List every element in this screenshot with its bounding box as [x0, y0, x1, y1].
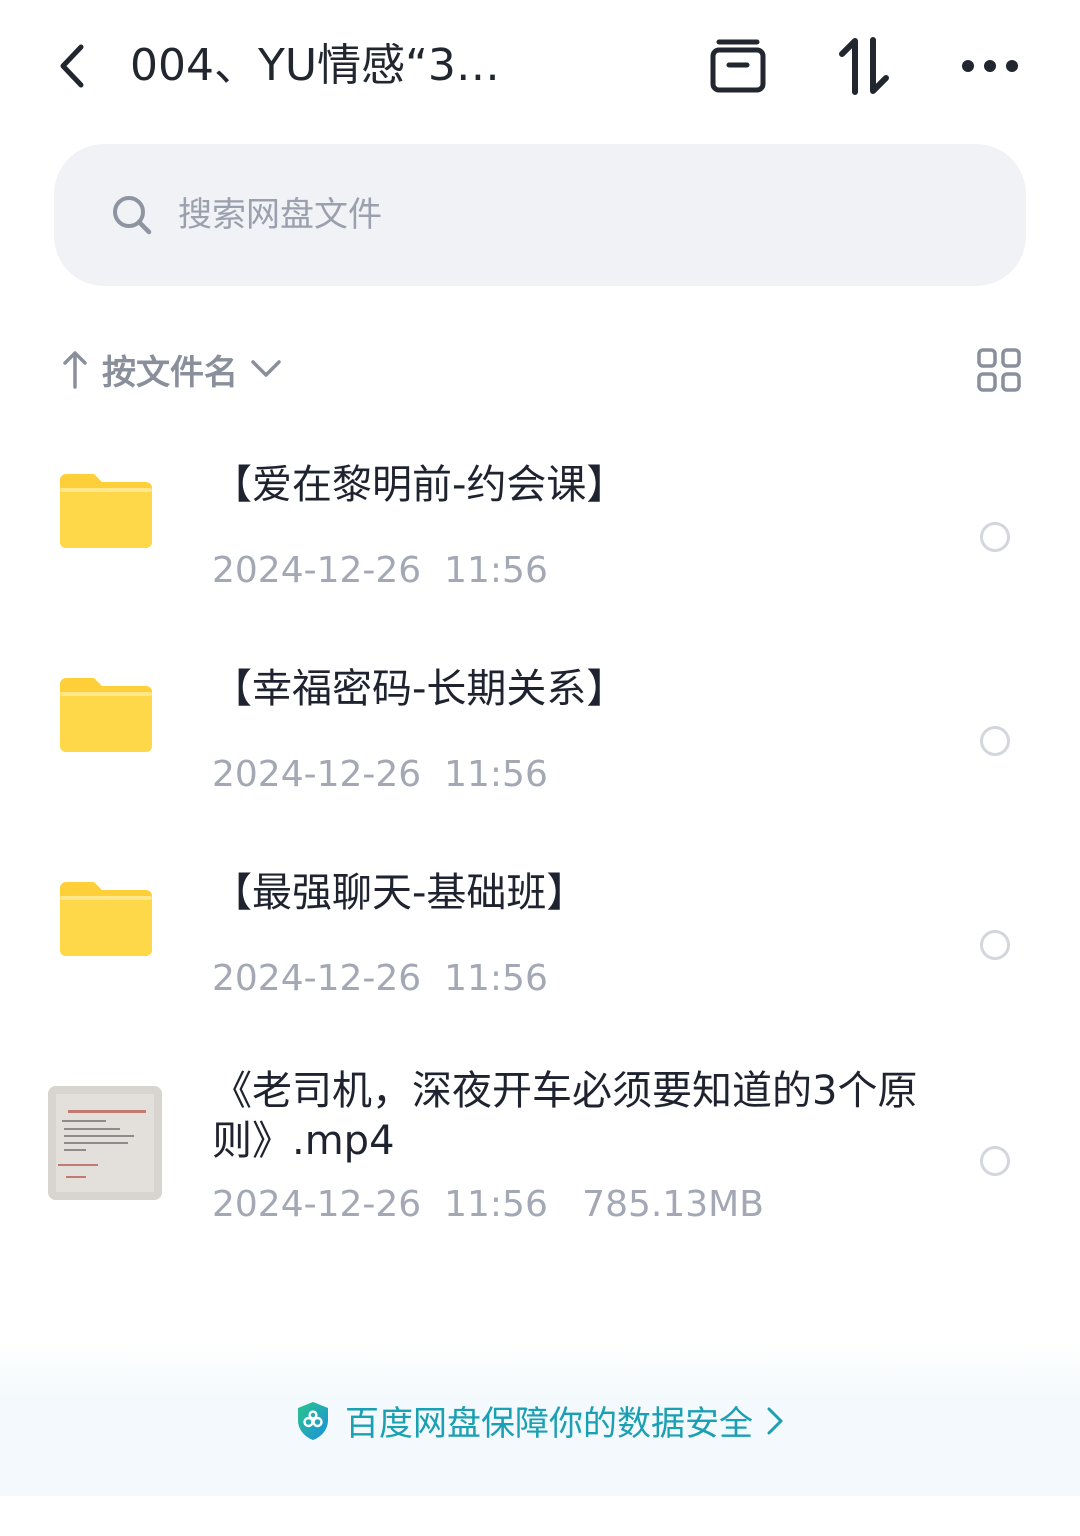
grid-icon: [977, 348, 1021, 392]
select-checkbox[interactable]: [980, 726, 1010, 756]
chevron-right-icon: [763, 1403, 787, 1439]
sort-order-button[interactable]: [832, 34, 896, 98]
shield-icon: [293, 1399, 333, 1443]
page-title: 004、YU情感“3…: [130, 40, 500, 91]
list-item[interactable]: 《老司机，深夜开车必须要知道的3个原则》.mp4 2024-12-26 11:5…: [0, 1062, 1080, 1252]
file-name: 【最强聊天-基础班】: [212, 870, 587, 916]
folder-icon: [60, 474, 152, 548]
security-banner[interactable]: 百度网盘保障你的数据安全: [0, 1340, 1080, 1496]
video-thumbnail: [48, 1086, 162, 1200]
chevron-down-icon: [248, 351, 284, 387]
top-bar: 004、YU情感“3…: [0, 0, 1080, 130]
select-checkbox[interactable]: [980, 1146, 1010, 1176]
file-meta: 2024-12-26 11:56: [212, 958, 548, 999]
search-icon: [110, 193, 154, 237]
select-checkbox[interactable]: [980, 930, 1010, 960]
list-item[interactable]: 【幸福密码-长期关系】 2024-12-26 11:56: [0, 654, 1080, 824]
file-name: 【幸福密码-长期关系】: [212, 666, 627, 712]
archive-button[interactable]: [706, 34, 770, 98]
search-input[interactable]: [176, 194, 940, 236]
select-checkbox[interactable]: [980, 522, 1010, 552]
back-button[interactable]: [50, 38, 94, 94]
more-button[interactable]: [958, 34, 1022, 98]
list-item[interactable]: 【爱在黎明前-约会课】 2024-12-26 11:56: [0, 450, 1080, 620]
back-icon: [60, 44, 84, 88]
arrow-up-icon: [60, 347, 90, 391]
folder-icon: [60, 678, 152, 752]
archive-icon: [710, 39, 766, 93]
search-bar[interactable]: [54, 144, 1026, 286]
grid-view-button[interactable]: [974, 345, 1024, 395]
security-text: 百度网盘保障你的数据安全: [345, 1404, 753, 1444]
file-name: 《老司机，深夜开车必须要知道的3个原则》.mp4: [212, 1068, 918, 1164]
file-meta: 2024-12-26 11:56: [212, 550, 548, 591]
file-name: 【爱在黎明前-约会课】: [212, 462, 627, 508]
more-icon: [962, 60, 1018, 72]
sort-icon: [839, 37, 889, 95]
folder-icon: [60, 882, 152, 956]
file-meta: 2024-12-26 11:56: [212, 754, 548, 795]
sort-selector[interactable]: 按文件名: [60, 340, 284, 398]
file-meta: 2024-12-26 11:56 785.13MB: [212, 1184, 764, 1225]
sort-label: 按文件名: [102, 352, 238, 393]
list-item[interactable]: 【最强聊天-基础班】 2024-12-26 11:56: [0, 858, 1080, 1028]
